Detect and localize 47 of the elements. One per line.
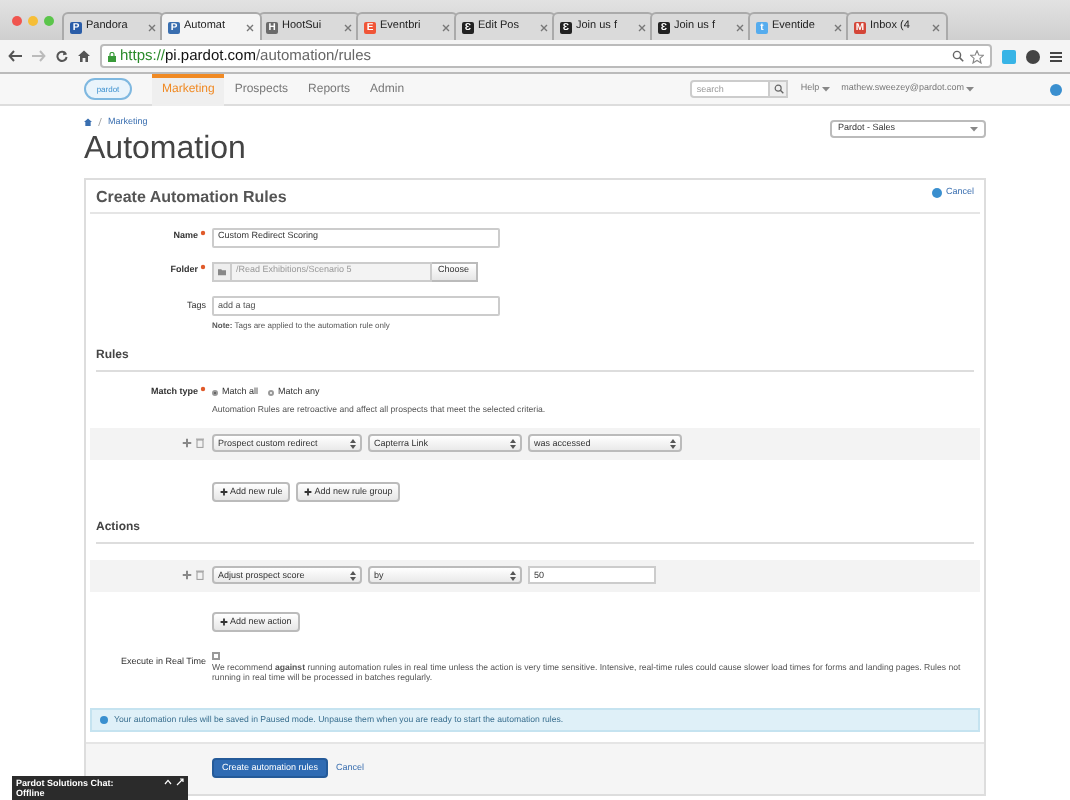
star-icon[interactable] (970, 49, 984, 63)
reload-icon[interactable] (56, 50, 68, 62)
caret-icon (970, 126, 978, 132)
caret-icon (821, 86, 830, 92)
required-icon (200, 230, 206, 237)
back-icon[interactable] (8, 50, 22, 62)
plus-icon (220, 617, 228, 626)
trash-icon[interactable] (196, 570, 204, 581)
collapse-icon[interactable] (164, 778, 172, 786)
close-tab-icon[interactable] (540, 23, 548, 31)
realtime-checkbox[interactable] (212, 651, 220, 660)
close-tab-icon[interactable] (834, 23, 842, 31)
close-tab-icon[interactable] (246, 23, 254, 31)
select-arrows-icon (510, 437, 516, 450)
plus-icon (304, 487, 313, 496)
select-arrows-icon (350, 569, 356, 582)
info-icon (100, 715, 108, 724)
close-tab-icon[interactable] (736, 23, 744, 31)
menu-icon[interactable] (1050, 51, 1062, 61)
close-tab-icon[interactable] (932, 23, 940, 31)
plus-icon (220, 487, 228, 496)
required-icon (200, 264, 206, 271)
plus-icon[interactable] (182, 438, 192, 449)
close-tab-icon[interactable] (344, 23, 352, 31)
select-arrows-icon (350, 437, 356, 450)
plus-icon[interactable] (182, 570, 192, 581)
select-arrows-icon (510, 569, 516, 582)
search-button[interactable] (770, 80, 789, 98)
close-tab-icon[interactable] (442, 23, 450, 31)
home-icon[interactable] (84, 118, 92, 127)
breadcrumb-separator-icon (98, 118, 102, 127)
close-tab-icon[interactable] (638, 23, 646, 31)
lock-icon (108, 51, 116, 61)
close-tab-icon[interactable] (148, 23, 156, 31)
trash-icon[interactable] (196, 438, 204, 449)
home-icon[interactable] (78, 50, 90, 62)
expand-icon[interactable] (176, 778, 184, 786)
search-icon[interactable] (773, 84, 784, 94)
select-arrows-icon (670, 437, 676, 450)
caret-icon (966, 86, 974, 92)
required-icon (200, 385, 206, 392)
panel-title: Create Automation Rules (96, 185, 287, 210)
page-title: Automation (84, 131, 246, 168)
forward-icon[interactable] (32, 50, 46, 62)
folder-icon (212, 261, 232, 282)
search-icon[interactable] (952, 50, 964, 62)
close-window-icon[interactable] (12, 15, 22, 25)
